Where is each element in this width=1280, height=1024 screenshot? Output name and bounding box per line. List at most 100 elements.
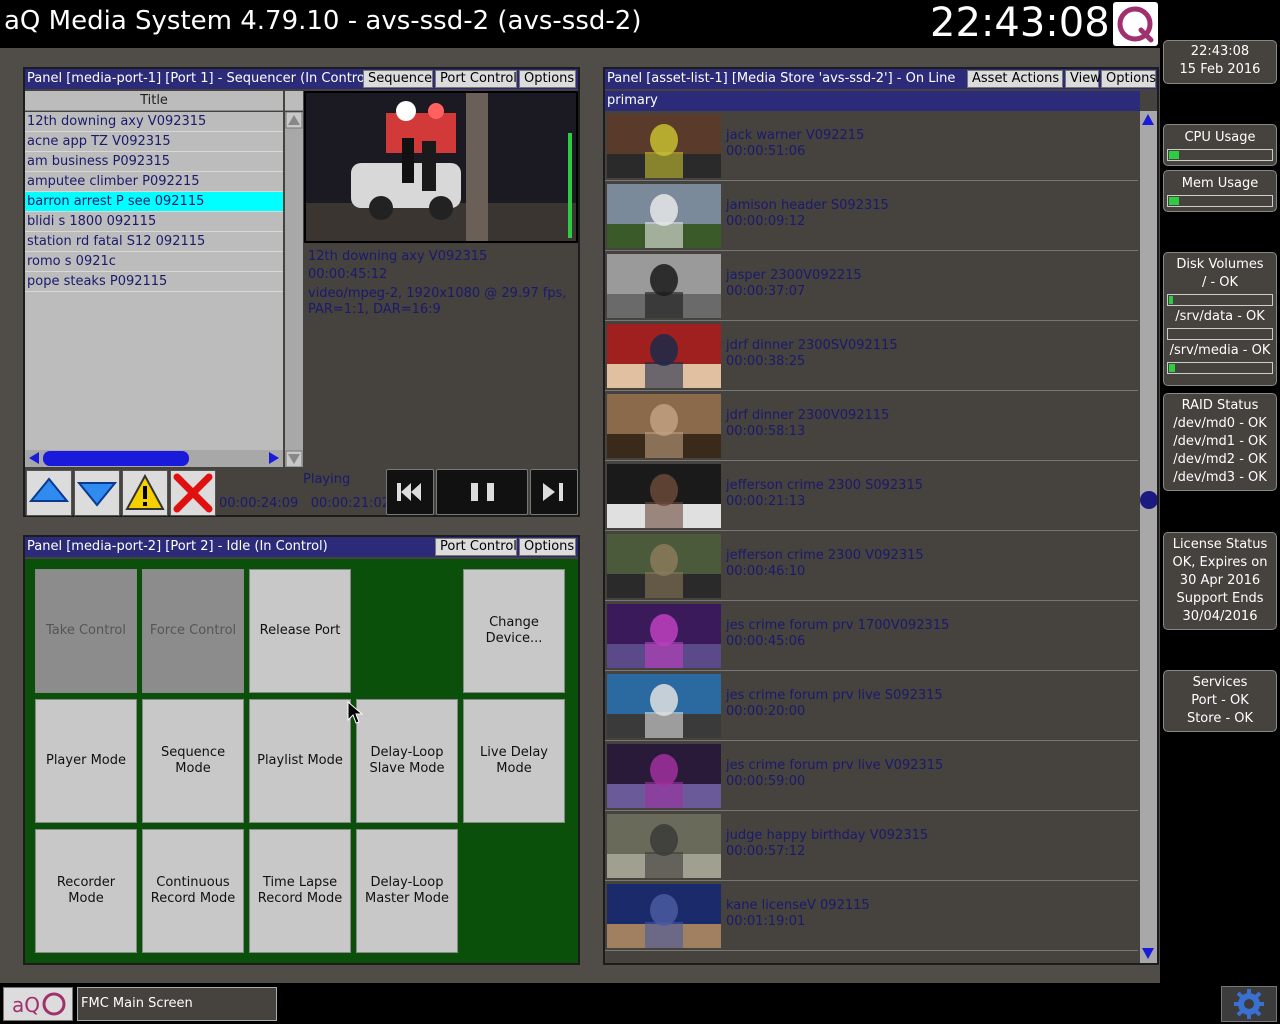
app-title: aQ Media System 4.79.10 - avs-ssd-2 (avs… bbox=[4, 6, 642, 36]
asset-row[interactable]: jes crime forum prv 1700V092315 00:00:45:… bbox=[605, 601, 1138, 671]
skip-forward-button[interactable] bbox=[530, 469, 578, 515]
options-button[interactable]: Options bbox=[519, 70, 576, 88]
asset-duration: 00:00:59:00 bbox=[726, 774, 806, 789]
thumbnail-image-icon bbox=[607, 184, 721, 248]
asset-duration: 00:00:09:12 bbox=[726, 214, 806, 229]
delay-loop-slave-button[interactable]: Delay-Loop Slave Mode bbox=[356, 699, 458, 823]
list-item[interactable]: pope steaks P092115 bbox=[25, 272, 283, 292]
force-control-button[interactable]: Force Control bbox=[142, 569, 244, 693]
timecodes: 00:00:24:09 00:00:21:02 bbox=[219, 496, 390, 511]
skip-forward-icon bbox=[543, 483, 563, 501]
panel1-title: Panel [media-port-1] [Port 1] - Sequence… bbox=[27, 71, 374, 86]
sequence-mode-button[interactable]: Sequence Mode bbox=[142, 699, 244, 823]
time-remaining: 00:00:21:02 bbox=[310, 496, 391, 511]
list-horizontal-scrollbar[interactable] bbox=[25, 450, 283, 467]
asset-scroll-icon bbox=[1140, 114, 1158, 959]
list-item-selected[interactable]: barron arrest P see 092115 bbox=[25, 192, 283, 212]
services-box: Services Port - OK Store - OK bbox=[1163, 670, 1277, 732]
live-delay-button[interactable]: Live Delay Mode bbox=[463, 699, 565, 823]
mouse-cursor-icon bbox=[347, 701, 363, 724]
asset-row[interactable]: jefferson crime 2300 V092315 00:00:46:10 bbox=[605, 531, 1138, 601]
asset-name: jefferson crime 2300 V092315 bbox=[726, 548, 924, 563]
cpu-usage-bar bbox=[1167, 149, 1273, 161]
asset-name: jdrf dinner 2300SV092115 bbox=[726, 338, 898, 353]
change-device-button[interactable]: Change Device... bbox=[463, 569, 565, 693]
list-item[interactable]: am business P092315 bbox=[25, 152, 283, 172]
scroll-arrows-icon bbox=[285, 111, 303, 468]
list-item[interactable]: romo s 0921c bbox=[25, 252, 283, 272]
asset-duration: 00:00:45:06 bbox=[726, 634, 806, 649]
asset-name: jefferson crime 2300 S092315 bbox=[726, 478, 923, 493]
asset-list: jack warner V092215 00:00:51:06 jamison he… bbox=[605, 111, 1138, 963]
services-line: Services bbox=[1192, 675, 1248, 690]
asset-name: jasper 2300V092215 bbox=[726, 268, 862, 283]
title-column-header[interactable]: Title bbox=[25, 91, 283, 111]
thumbnail-image-icon bbox=[607, 324, 721, 388]
list-item[interactable]: 12th downing axy V092315 bbox=[25, 112, 283, 132]
move-up-button[interactable] bbox=[26, 470, 72, 516]
aq-logo-icon: aQ bbox=[12, 992, 66, 1017]
list-item[interactable]: station rd fatal S12 092115 bbox=[25, 232, 283, 252]
view-button[interactable]: View bbox=[1065, 70, 1101, 88]
asset-actions-button[interactable]: Asset Actions bbox=[967, 70, 1063, 88]
fmc-main-screen-button[interactable]: FMC Main Screen bbox=[77, 987, 277, 1021]
asset-name: jes crime forum prv 1700V092315 bbox=[726, 618, 950, 633]
asset-row[interactable]: jdrf dinner 2300V092115 00:00:58:13 bbox=[605, 391, 1138, 461]
list-vertical-scrollbar[interactable] bbox=[285, 111, 303, 468]
skip-back-button[interactable] bbox=[386, 469, 434, 515]
recorder-mode-button[interactable]: Recorder Mode bbox=[35, 829, 137, 953]
asset-row[interactable]: jamison header S092315 00:00:09:12 bbox=[605, 181, 1138, 251]
mode-grid: Take Control Force Control Release Port … bbox=[25, 559, 578, 963]
raid-md3: /dev/md3 - OK bbox=[1173, 470, 1267, 485]
release-port-button[interactable]: Release Port bbox=[249, 569, 351, 693]
port-control-button[interactable]: Port Control bbox=[435, 70, 517, 88]
time-lapse-button[interactable]: Time Lapse Record Mode bbox=[249, 829, 351, 953]
clip-title: 12th downing axy V092315 bbox=[308, 249, 488, 264]
asset-row[interactable]: jdrf dinner 2300SV092115 00:00:38:25 bbox=[605, 321, 1138, 391]
asset-name: kane licenseV 092115 bbox=[726, 898, 870, 913]
take-control-button[interactable]: Take Control bbox=[35, 569, 137, 693]
clock-box: 22:43:08 15 Feb 2016 bbox=[1163, 40, 1277, 84]
player-mode-button[interactable]: Player Mode bbox=[35, 699, 137, 823]
list-item[interactable]: blidi s 1800 092115 bbox=[25, 212, 283, 232]
asset-row[interactable]: kane licenseV 092115 00:01:19:01 bbox=[605, 881, 1138, 951]
asset-list-scrollbar[interactable] bbox=[1140, 111, 1158, 963]
asset-row[interactable]: jack warner V092215 00:00:51:06 bbox=[605, 111, 1138, 181]
asset-duration: 00:00:20:00 bbox=[726, 704, 806, 719]
options-button-3[interactable]: Options bbox=[1101, 70, 1156, 88]
services-line: Store - OK bbox=[1186, 711, 1254, 726]
disk-data-label: /srv/data - OK bbox=[1175, 309, 1265, 324]
delay-loop-master-button[interactable]: Delay-Loop Master Mode bbox=[356, 829, 458, 953]
thumbnail-image-icon bbox=[607, 114, 721, 178]
asset-row[interactable]: jefferson crime 2300 S092315 00:00:21:13 bbox=[605, 461, 1138, 531]
asset-thumbnail bbox=[607, 604, 721, 668]
aq-menu-button[interactable]: aQ bbox=[3, 987, 73, 1021]
asset-duration: 00:00:57:12 bbox=[726, 844, 806, 859]
clip-format: video/mpeg-2, 1920x1080 @ 29.97 fps, PAR… bbox=[308, 286, 567, 317]
playlist-mode-button[interactable]: Playlist Mode bbox=[249, 699, 351, 823]
panel-media-port-2: Panel [media-port-2] [Port 2] - Idle (In… bbox=[23, 535, 580, 965]
warning-button[interactable] bbox=[122, 470, 168, 516]
settings-button[interactable] bbox=[1221, 986, 1277, 1022]
asset-thumbnail bbox=[607, 254, 721, 318]
port-control-button-2[interactable]: Port Control bbox=[435, 538, 517, 556]
playback-status: Playing bbox=[303, 472, 351, 487]
list-item[interactable]: acne app TZ V092315 bbox=[25, 132, 283, 152]
raid-md0: /dev/md0 - OK bbox=[1173, 416, 1267, 431]
asset-row[interactable]: jes crime forum prv live S092315 00:00:20… bbox=[605, 671, 1138, 741]
list-item[interactable]: amputee climber P092215 bbox=[25, 172, 283, 192]
asset-row[interactable]: judge happy birthday V092315 00:00:57:12 bbox=[605, 811, 1138, 881]
asset-row[interactable]: jasper 2300V092215 00:00:37:07 bbox=[605, 251, 1138, 321]
asset-thumbnail bbox=[607, 324, 721, 388]
options-button-2[interactable]: Options bbox=[519, 538, 576, 556]
move-down-button[interactable] bbox=[74, 470, 120, 516]
up-arrow-icon bbox=[28, 477, 70, 502]
asset-row[interactable]: jes crime forum prv live V092315 00:00:59… bbox=[605, 741, 1138, 811]
pause-icon bbox=[471, 483, 494, 501]
raid-label: RAID Status bbox=[1181, 398, 1259, 413]
disk-media-label: /srv/media - OK bbox=[1169, 343, 1271, 358]
pause-button[interactable] bbox=[436, 469, 528, 515]
sequence-button[interactable]: Sequence bbox=[363, 70, 433, 88]
continuous-record-button[interactable]: Continuous Record Mode bbox=[142, 829, 244, 953]
delete-button[interactable] bbox=[170, 470, 216, 516]
